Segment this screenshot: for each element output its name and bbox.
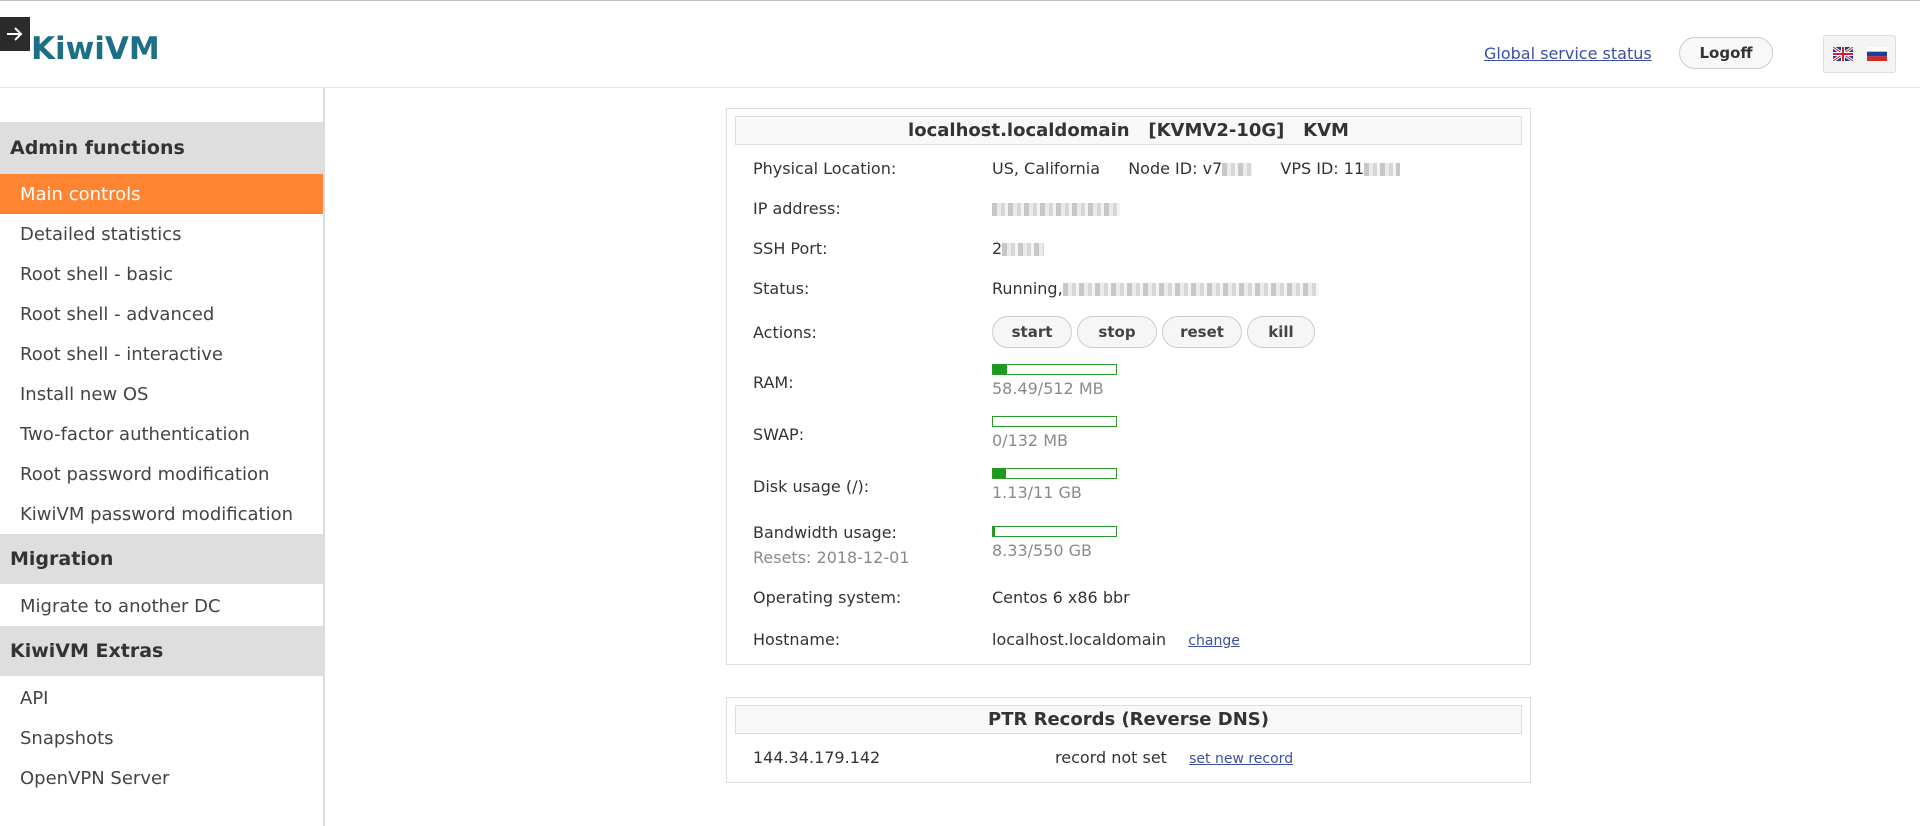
ip-label: IP address: xyxy=(753,199,841,218)
sidebar-item-migrate[interactable]: Migrate to another DC xyxy=(0,586,323,626)
en-flag-icon[interactable] xyxy=(1832,47,1853,61)
action-buttons: start stop reset kill xyxy=(992,316,1332,348)
sidebar-item-snapshots[interactable]: Snapshots xyxy=(0,718,323,758)
language-selector xyxy=(1823,35,1896,73)
section-migration: Migration xyxy=(0,534,323,584)
os-label: Operating system: xyxy=(753,588,902,607)
bandwidth-usage-text: 8.33/550 GB xyxy=(992,541,1093,560)
vps-id-text: VPS ID: 11 xyxy=(1280,159,1365,178)
redacted-vps-id xyxy=(1364,163,1401,176)
disk-usage-bar xyxy=(992,468,1117,479)
ptr-panel-title: PTR Records (Reverse DNS) xyxy=(735,705,1522,734)
logoff-button[interactable]: Logoff xyxy=(1679,37,1773,69)
ssh-prefix: 2 xyxy=(992,239,1003,258)
bandwidth-label: Bandwidth usage: xyxy=(753,523,897,542)
change-hostname-link[interactable]: change xyxy=(1188,633,1240,649)
ip-value xyxy=(992,199,1120,218)
ptr-status-row: record not set set new record xyxy=(1055,748,1293,767)
status-text: Running, xyxy=(992,279,1063,298)
start-button[interactable]: start xyxy=(992,316,1072,348)
sidebar-item-root-shell-advanced[interactable]: Root shell - advanced xyxy=(0,294,323,334)
status-value: Running, xyxy=(992,279,1319,298)
sidebar-item-kiwivm-password[interactable]: KiwiVM password modification xyxy=(0,494,323,534)
sidebar-item-two-factor[interactable]: Two-factor authentication xyxy=(0,414,323,454)
ptr-ip: 144.34.179.142 xyxy=(753,748,881,767)
disk-label: Disk usage (/): xyxy=(753,477,870,496)
sidebar-item-detailed-statistics[interactable]: Detailed statistics xyxy=(0,214,323,254)
bandwidth-usage-fill xyxy=(993,527,995,536)
hostname-label: Hostname: xyxy=(753,630,841,649)
location-text: US, California xyxy=(992,159,1101,178)
bandwidth-resets: Resets: 2018-12-01 xyxy=(753,548,910,567)
bandwidth-usage-bar xyxy=(992,526,1117,537)
redacted-ssh-port xyxy=(1002,243,1045,256)
status-label: Status: xyxy=(753,279,810,298)
stop-button[interactable]: stop xyxy=(1077,316,1157,348)
sidebar-item-main-controls[interactable]: Main controls xyxy=(0,174,323,214)
ptr-records-panel: PTR Records (Reverse DNS) 144.34.179.142… xyxy=(726,697,1531,783)
set-new-record-link[interactable]: set new record xyxy=(1189,751,1293,767)
redacted-node-id xyxy=(1222,163,1253,176)
location-value: US, California Node ID: v7 VPS ID: 11 xyxy=(992,159,1401,178)
disk-usage-fill xyxy=(993,469,1006,478)
header: KiwiVM Global service status Logoff xyxy=(0,1,1920,88)
sidebar-item-api[interactable]: API xyxy=(0,678,323,718)
hostname-value: localhost.localdomain change xyxy=(992,630,1240,649)
ptr-status: record not set xyxy=(1055,748,1167,767)
sidebar-item-root-shell-basic[interactable]: Root shell - basic xyxy=(0,254,323,294)
sidebar: Admin functions Main controls Detailed s… xyxy=(0,88,325,826)
global-service-status-link[interactable]: Global service status xyxy=(1484,44,1652,63)
ru-flag-icon[interactable] xyxy=(1866,47,1887,61)
node-id-text: Node ID: v7 xyxy=(1128,159,1223,178)
kill-button[interactable]: kill xyxy=(1247,316,1315,348)
section-admin-functions: Admin functions xyxy=(0,122,323,174)
sidebar-item-openvpn[interactable]: OpenVPN Server xyxy=(0,758,323,798)
redacted-ip xyxy=(992,203,1120,216)
kiwivm-logo[interactable]: KiwiVM xyxy=(31,31,160,67)
hostname-text: localhost.localdomain xyxy=(992,630,1167,649)
ram-label: RAM: xyxy=(753,373,794,392)
reset-button[interactable]: reset xyxy=(1162,316,1242,348)
vps-info-panel: localhost.localdomain [KVMV2-10G] KVM Ph… xyxy=(726,108,1531,665)
swap-usage-text: 0/132 MB xyxy=(992,431,1068,450)
swap-usage-bar xyxy=(992,416,1117,427)
swap-label: SWAP: xyxy=(753,425,805,444)
ram-usage-bar xyxy=(992,364,1117,375)
ssh-label: SSH Port: xyxy=(753,239,828,258)
ssh-value: 2 xyxy=(992,239,1045,258)
redacted-status xyxy=(1062,283,1319,296)
expand-arrow-icon[interactable] xyxy=(0,17,30,51)
sidebar-item-install-new-os[interactable]: Install new OS xyxy=(0,374,323,414)
disk-usage-text: 1.13/11 GB xyxy=(992,483,1082,502)
panel-title: localhost.localdomain [KVMV2-10G] KVM xyxy=(735,116,1522,145)
ram-usage-text: 58.49/512 MB xyxy=(992,379,1104,398)
section-kiwivm-extras: KiwiVM Extras xyxy=(0,626,323,676)
os-value: Centos 6 x86 bbr xyxy=(992,588,1130,607)
location-label: Physical Location: xyxy=(753,159,897,178)
sidebar-item-root-shell-interactive[interactable]: Root shell - interactive xyxy=(0,334,323,374)
actions-label: Actions: xyxy=(753,323,817,342)
sidebar-item-root-password[interactable]: Root password modification xyxy=(0,454,323,494)
ram-usage-fill xyxy=(993,365,1008,374)
